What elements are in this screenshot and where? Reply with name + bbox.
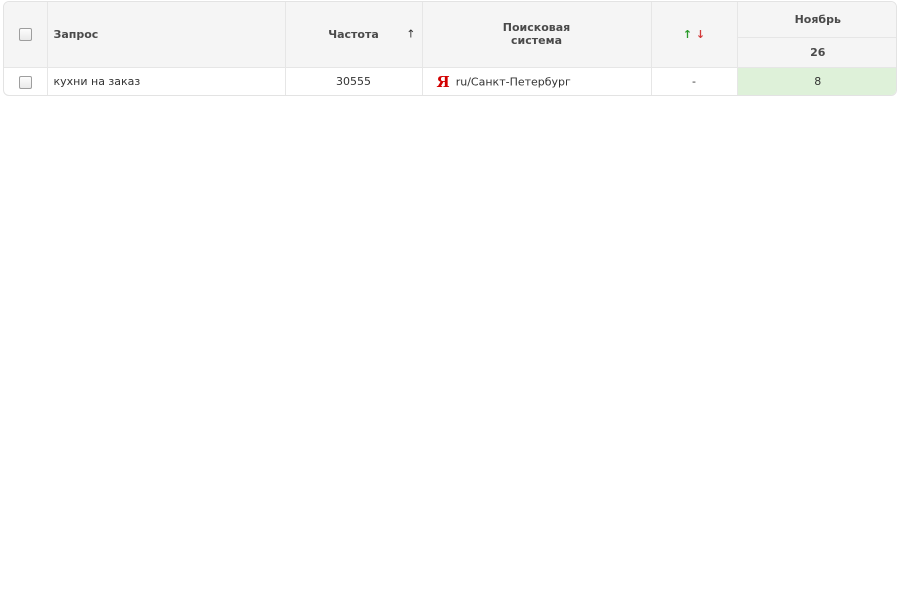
header-checkbox-cell xyxy=(4,2,48,68)
sort-arrow-up-icon[interactable]: ↑ xyxy=(406,28,415,41)
select-all-checkbox[interactable] xyxy=(18,28,32,41)
header-search-engine: Поисковая система xyxy=(422,2,652,68)
positions-table: Запрос Частота ↑ Поисковая система ↑ ↓ Н… xyxy=(3,1,897,96)
position-cell: 8 xyxy=(737,67,896,95)
header-engine-line2: система xyxy=(511,34,562,48)
arrow-up-icon: ↑ xyxy=(682,27,693,41)
row-checkbox-cell xyxy=(4,67,48,95)
table-header: Запрос Частота ↑ Поисковая система ↑ ↓ Н… xyxy=(4,2,896,68)
engine-region: ru/Санкт-Петербург xyxy=(455,75,571,89)
dynamics-cell: - xyxy=(651,67,738,95)
query-cell: кухни на заказ xyxy=(47,67,286,95)
frequency-cell: 30555 xyxy=(285,67,423,95)
header-dynamics[interactable]: ↑ ↓ xyxy=(651,2,738,68)
header-day[interactable]: 26 xyxy=(737,37,896,68)
header-month: Ноябрь xyxy=(737,2,896,38)
header-frequency[interactable]: Частота ↑ xyxy=(285,2,423,68)
header-query[interactable]: Запрос xyxy=(47,2,286,68)
table-row: кухни на заказ 30555 Яru/Санкт-Петербург… xyxy=(4,67,896,95)
header-engine-label: Поисковая система xyxy=(503,21,570,47)
yandex-logo-icon: Я xyxy=(436,72,450,91)
engine-cell: Яru/Санкт-Петербург xyxy=(422,67,652,95)
header-engine-line1: Поисковая xyxy=(502,21,571,35)
row-checkbox[interactable] xyxy=(18,75,32,89)
table-body: кухни на заказ 30555 Яru/Санкт-Петербург… xyxy=(4,67,896,95)
arrow-down-icon: ↓ xyxy=(695,27,706,41)
header-frequency-label: Частота xyxy=(328,27,379,41)
positions-table-grid: Запрос Частота ↑ Поисковая система ↑ ↓ Н… xyxy=(4,2,896,95)
